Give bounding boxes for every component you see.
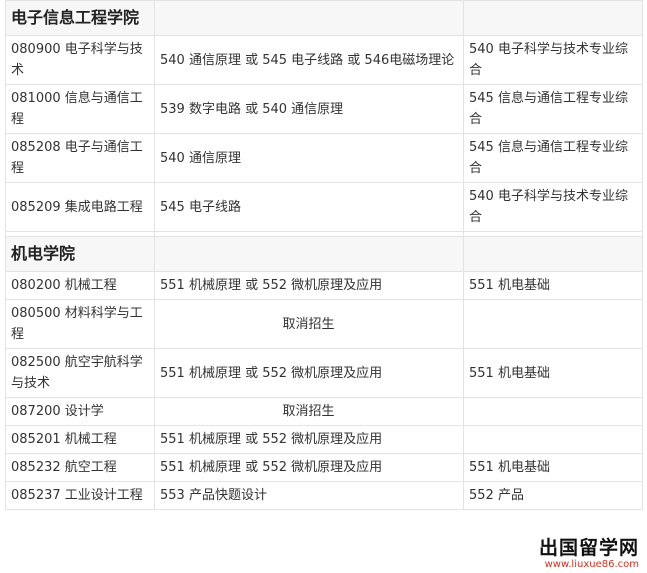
retest-subject-cell: 551 机电基础 — [463, 271, 643, 300]
table-row: 082500 航空宇航科学与技术 551 机械原理 或 552 微机原理及应用 … — [5, 348, 643, 398]
retest-subject-cell: 551 机电基础 — [463, 348, 643, 398]
exam-subject-cell: 551 机械原理 或 552 微机原理及应用 — [154, 453, 464, 482]
retest-subject-cell: 551 机电基础 — [463, 453, 643, 482]
exam-subject-cell: 553 产品快题设计 — [154, 481, 464, 510]
major-cell: 081000 信息与通信工程 — [5, 84, 155, 134]
major-cell: 085201 机械工程 — [5, 425, 155, 454]
exam-subject-cell: 551 机械原理 或 552 微机原理及应用 — [154, 271, 464, 300]
watermark-url: www.liuxue86.com — [544, 559, 639, 570]
retest-subject-cell: 545 信息与通信工程专业综合 — [463, 133, 643, 183]
major-cell: 080500 材料科学与工程 — [5, 299, 155, 349]
section-title: 电子信息工程学院 — [5, 0, 155, 36]
table-row: 080200 机械工程 551 机械原理 或 552 微机原理及应用 551 机… — [5, 271, 643, 300]
retest-subject-cell — [463, 425, 643, 454]
exam-subject-cell: 539 数字电路 或 540 通信原理 — [154, 84, 464, 134]
section-empty-cell — [154, 236, 464, 272]
admissions-table: 电子信息工程学院 080900 电子科学与技术 540 通信原理 或 545 电… — [5, 0, 643, 510]
table-row: 080500 材料科学与工程 取消招生 — [5, 299, 643, 349]
table-row: 087200 设计学 取消招生 — [5, 397, 643, 426]
table-row: 085237 工业设计工程 553 产品快题设计 552 产品 — [5, 481, 643, 510]
major-cell: 082500 航空宇航科学与技术 — [5, 348, 155, 398]
retest-subject-cell: 545 信息与通信工程专业综合 — [463, 84, 643, 134]
major-cell: 080900 电子科学与技术 — [5, 35, 155, 85]
exam-subject-cell: 540 通信原理 或 545 电子线路 或 546电磁场理论 — [154, 35, 464, 85]
exam-subject-cell: 545 电子线路 — [154, 182, 464, 232]
section-header-row: 电子信息工程学院 — [5, 0, 643, 36]
exam-subject-cell: 551 机械原理 或 552 微机原理及应用 — [154, 425, 464, 454]
major-cell: 085237 工业设计工程 — [5, 481, 155, 510]
table-row: 085209 集成电路工程 545 电子线路 540 电子科学与技术专业综合 — [5, 182, 643, 232]
table-row: 085208 电子与通信工程 540 通信原理 545 信息与通信工程专业综合 — [5, 133, 643, 183]
exam-subject-cell: 取消招生 — [154, 299, 464, 349]
watermark-title: 出国留学网 — [538, 537, 639, 559]
retest-subject-cell: 540 电子科学与技术专业综合 — [463, 182, 643, 232]
section-empty-cell — [463, 236, 643, 272]
retest-subject-cell — [463, 299, 643, 349]
table-row: 080900 电子科学与技术 540 通信原理 或 545 电子线路 或 546… — [5, 35, 643, 85]
table-row: 081000 信息与通信工程 539 数字电路 或 540 通信原理 545 信… — [5, 84, 643, 134]
exam-subject-cell: 551 机械原理 或 552 微机原理及应用 — [154, 348, 464, 398]
retest-subject-cell: 552 产品 — [463, 481, 643, 510]
exam-subject-cell: 取消招生 — [154, 397, 464, 426]
exam-subject-cell: 540 通信原理 — [154, 133, 464, 183]
major-cell: 080200 机械工程 — [5, 271, 155, 300]
section-header-row: 机电学院 — [5, 236, 643, 272]
table-row: 085201 机械工程 551 机械原理 或 552 微机原理及应用 — [5, 425, 643, 454]
section-title: 机电学院 — [5, 236, 155, 272]
major-cell: 087200 设计学 — [5, 397, 155, 426]
site-watermark: 出国留学网 www.liuxue86.com — [536, 537, 641, 570]
major-cell: 085209 集成电路工程 — [5, 182, 155, 232]
major-cell: 085208 电子与通信工程 — [5, 133, 155, 183]
table-row: 085232 航空工程 551 机械原理 或 552 微机原理及应用 551 机… — [5, 453, 643, 482]
section-empty-cell — [463, 0, 643, 36]
retest-subject-cell — [463, 397, 643, 426]
retest-subject-cell: 540 电子科学与技术专业综合 — [463, 35, 643, 85]
major-cell: 085232 航空工程 — [5, 453, 155, 482]
section-empty-cell — [154, 0, 464, 36]
